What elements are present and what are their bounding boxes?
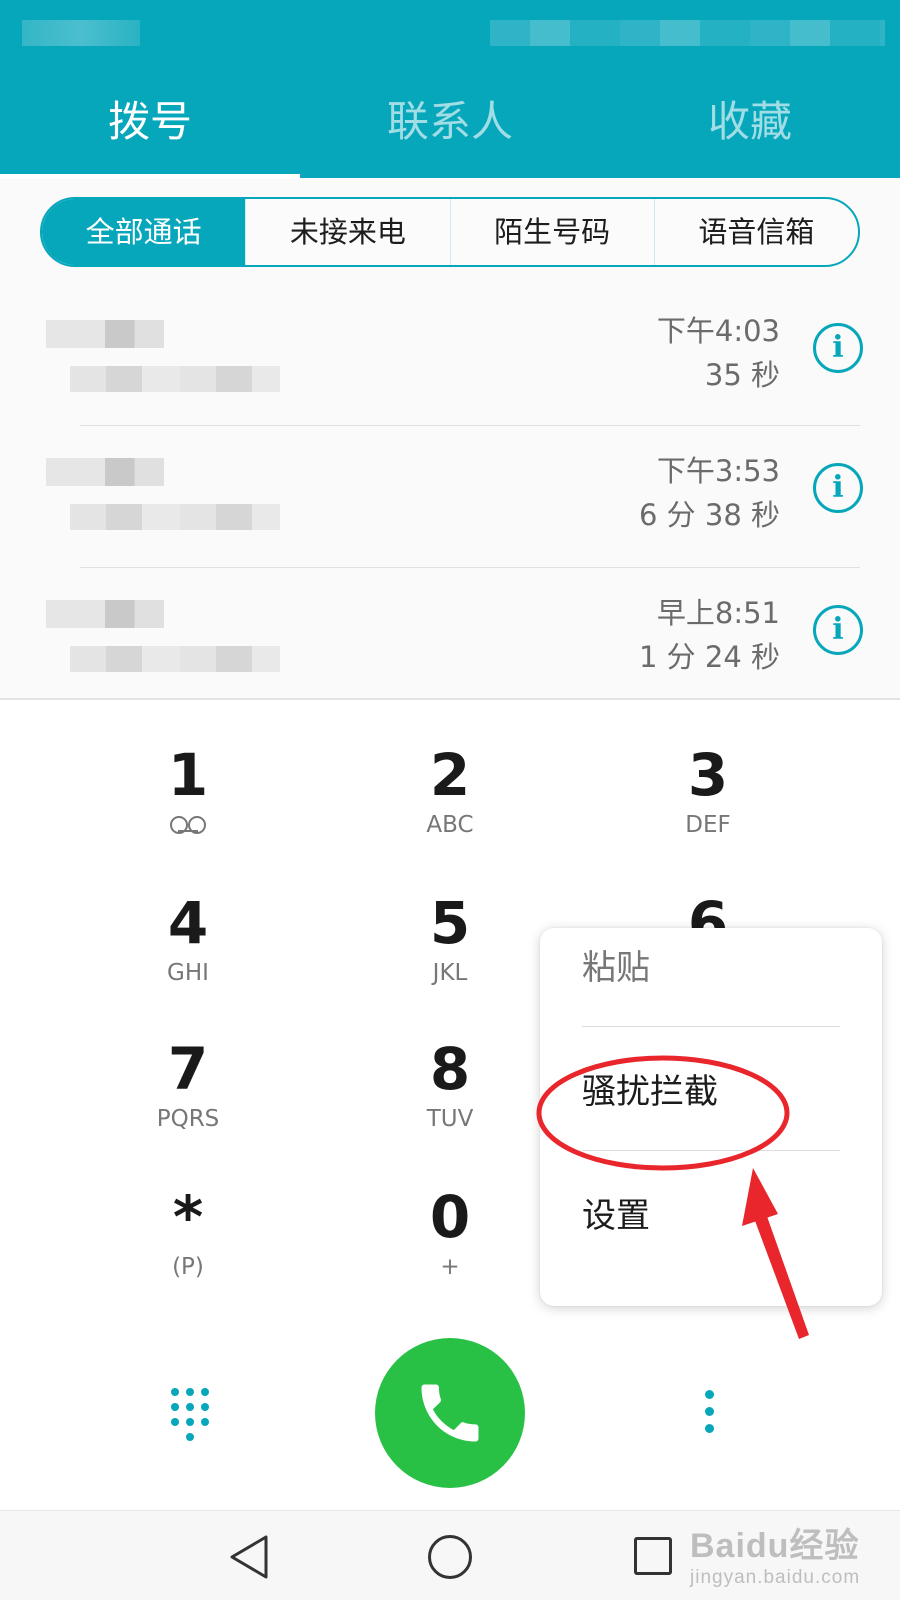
- watermark-brand: Baidu经验: [690, 1527, 860, 1565]
- square-recents-icon[interactable]: [634, 1537, 672, 1575]
- baidu-watermark: Baidu经验 jingyan.baidu.com: [690, 1518, 890, 1590]
- watermark-url: jingyan.baidu.com: [690, 1567, 861, 1588]
- triangle-back-icon[interactable]: [228, 1533, 272, 1581]
- highlight-ellipse: [536, 1055, 790, 1171]
- arrow-head: [742, 1168, 778, 1226]
- arrow-shaft: [751, 1205, 809, 1339]
- circle-home-icon[interactable]: [428, 1535, 472, 1579]
- highlight-annotation: [536, 1055, 809, 1339]
